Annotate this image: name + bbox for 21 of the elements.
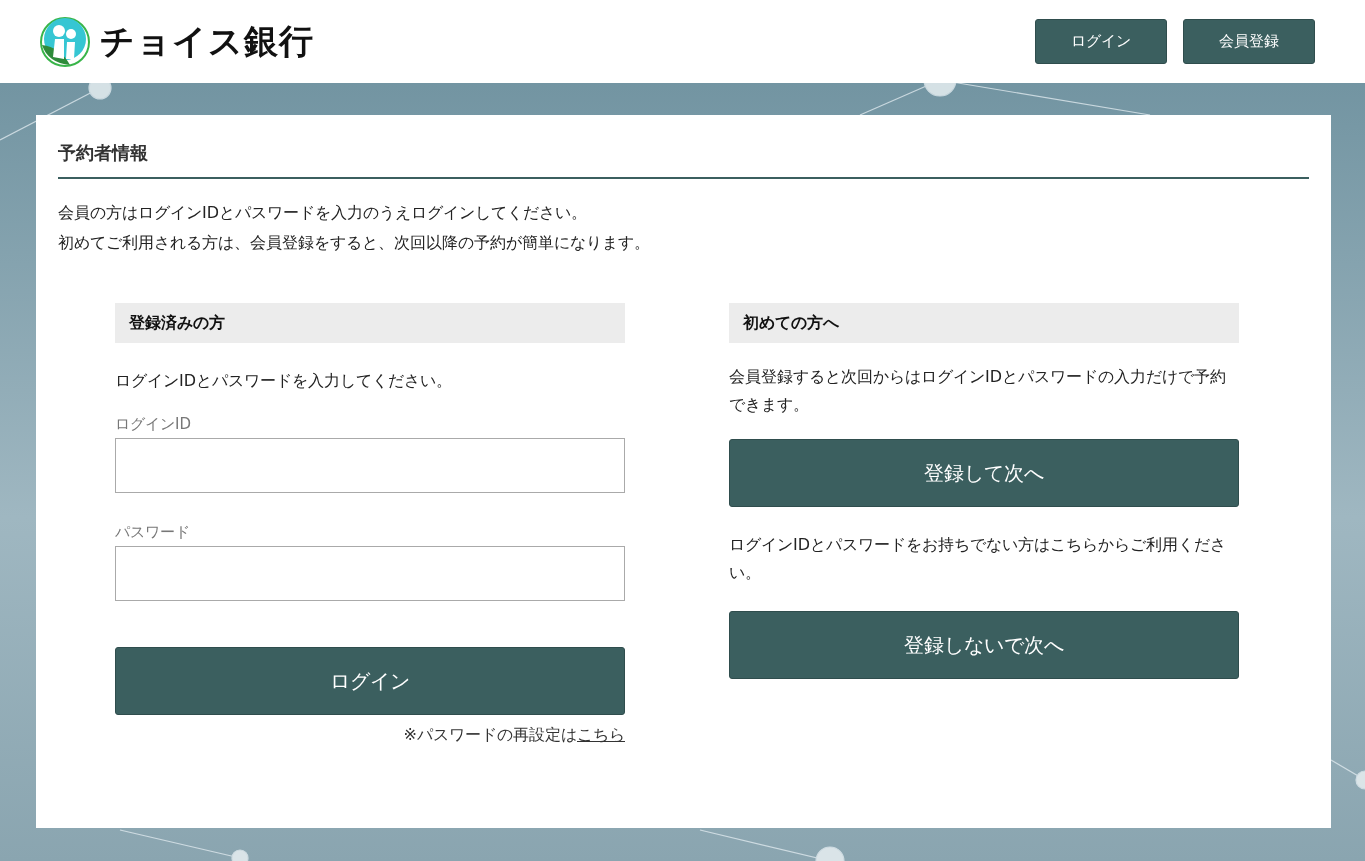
header-button[interactable]: ログイン (1035, 19, 1167, 64)
intro-text: 会員の方はログインIDとパスワードを入力のうえログインしてください。 (58, 202, 589, 224)
reset-link[interactable]: こちら (577, 725, 625, 744)
logo-icon (40, 16, 90, 67)
reset-note: ※パスワードの再設定はこちら (402, 725, 625, 746)
input-field[interactable] (115, 546, 625, 601)
login-button[interactable]: ログイン (115, 647, 625, 715)
field-label: ログインID (115, 415, 192, 434)
brand-name: チョイス銀行 (100, 19, 314, 63)
description-text: ログインIDとパスワードを入力してください。 (115, 370, 454, 392)
header-button[interactable]: 会員登録 (1183, 19, 1315, 64)
section-title: 予約者情報 (58, 141, 1309, 179)
next-button[interactable]: 登録しないで次へ (729, 611, 1239, 679)
description-text: 会員登録すると次回からはログインIDとパスワードの入力だけで予約できます。 (729, 366, 1228, 416)
column-heading: 初めての方へ (729, 303, 1239, 343)
intro-text: 初めてご利用される方は、会員登録をすると、次回以降の予約が簡単になります。 (58, 232, 651, 254)
description-text: ログインIDとパスワードをお持ちでない方はこちらからご利用ください。 (729, 534, 1228, 584)
column-heading: 登録済みの方 (115, 303, 625, 343)
next-button[interactable]: 登録して次へ (729, 439, 1239, 507)
input-field[interactable] (115, 438, 625, 493)
field-label: パスワード (115, 523, 191, 542)
